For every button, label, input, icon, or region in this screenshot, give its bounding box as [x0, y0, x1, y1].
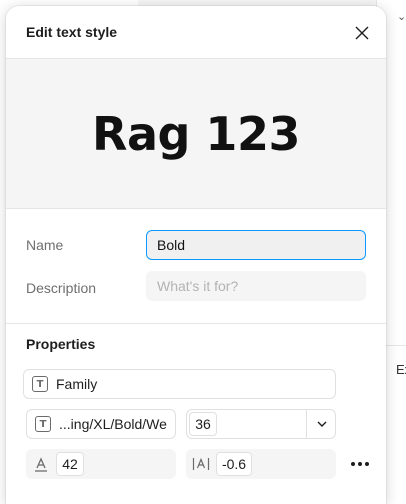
- name-field-value: Bold: [157, 237, 186, 253]
- edit-text-style-modal: Edit text style Rag 123 Name Bold Descri…: [6, 6, 386, 504]
- more-icon: [351, 462, 355, 466]
- more-icon-dot: [358, 462, 362, 466]
- line-height-value[interactable]: 42: [56, 452, 84, 476]
- close-button[interactable]: [350, 21, 374, 45]
- more-options-button[interactable]: [348, 452, 372, 476]
- font-size-value[interactable]: 36: [189, 412, 217, 436]
- text-style-icon: T: [35, 416, 51, 432]
- chevron-down-icon: [317, 421, 326, 427]
- section-divider: [6, 323, 386, 324]
- description-placeholder: What's it for?: [157, 278, 239, 294]
- preview-sample-text: Rag 123: [92, 106, 300, 161]
- font-size-dropdown-button[interactable]: [307, 410, 336, 438]
- modal-header: Edit text style: [6, 6, 386, 58]
- close-icon: [355, 26, 369, 40]
- line-height-icon: [26, 449, 56, 479]
- text-style-icon: T: [32, 376, 48, 392]
- modal-title: Edit text style: [26, 24, 118, 40]
- font-family-label: Family: [56, 376, 98, 392]
- font-style-value: ...ing/XL/Bold/We: [59, 416, 167, 432]
- background-chevron-icon: ⌄: [397, 11, 406, 23]
- line-height-field[interactable]: 42: [26, 449, 176, 479]
- text-style-preview: Rag 123: [6, 58, 386, 209]
- font-size-field[interactable]: 36: [186, 409, 336, 439]
- background-side-text: Ex: [396, 362, 406, 377]
- more-icon-dot: [365, 462, 369, 466]
- name-label: Name: [26, 237, 64, 253]
- letter-spacing-value[interactable]: -0.6: [216, 452, 252, 476]
- font-family-selector[interactable]: T Family: [23, 369, 336, 399]
- letter-spacing-icon: [186, 449, 216, 479]
- name-field[interactable]: Bold: [146, 230, 366, 260]
- description-field[interactable]: What's it for?: [146, 271, 366, 301]
- letter-spacing-field[interactable]: -0.6: [186, 449, 336, 479]
- description-label: Description: [26, 280, 97, 296]
- properties-title: Properties: [26, 336, 96, 352]
- font-style-selector[interactable]: T ...ing/XL/Bold/We: [26, 409, 176, 439]
